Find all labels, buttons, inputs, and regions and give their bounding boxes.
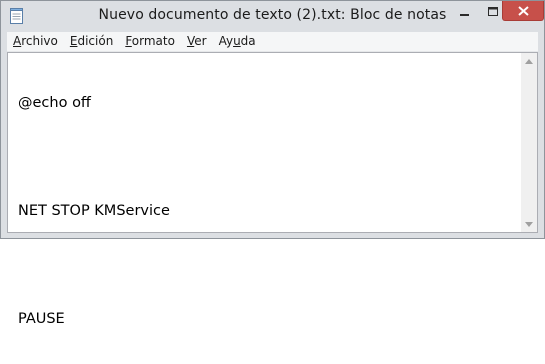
minimize-icon	[460, 2, 470, 21]
text-editor[interactable]: @echo off NET STOP KMService PAUSE	[7, 52, 538, 327]
menu-bar: Archivo Edición Formato Ver Ayuda	[7, 32, 538, 52]
menu-edicion[interactable]: Edición	[64, 32, 119, 51]
text-line: PAUSE	[18, 311, 65, 327]
title-bar[interactable]: Nuevo documento de texto (2).txt: Bloc d…	[1, 1, 544, 31]
menu-ayuda[interactable]: Ayuda	[213, 32, 262, 51]
maximize-icon	[487, 2, 498, 21]
notepad-window: Nuevo documento de texto (2).txt: Bloc d…	[0, 0, 545, 327]
text-line	[18, 256, 517, 274]
text-line: NET STOP KMService	[18, 203, 170, 219]
menu-archivo[interactable]: Archivo	[7, 32, 64, 51]
document-text[interactable]: @echo off NET STOP KMService PAUSE	[18, 58, 517, 327]
menu-formato[interactable]: Formato	[119, 32, 181, 51]
text-line: @echo off	[18, 95, 91, 111]
scroll-down-arrow-icon[interactable]	[521, 216, 537, 232]
text-line	[18, 148, 517, 166]
menu-ver[interactable]: Ver	[181, 32, 213, 51]
scroll-up-arrow-icon[interactable]	[521, 53, 537, 69]
close-icon	[517, 1, 529, 20]
close-button[interactable]	[502, 1, 544, 21]
vertical-scrollbar[interactable]	[521, 53, 537, 232]
minimize-button[interactable]	[451, 1, 479, 21]
